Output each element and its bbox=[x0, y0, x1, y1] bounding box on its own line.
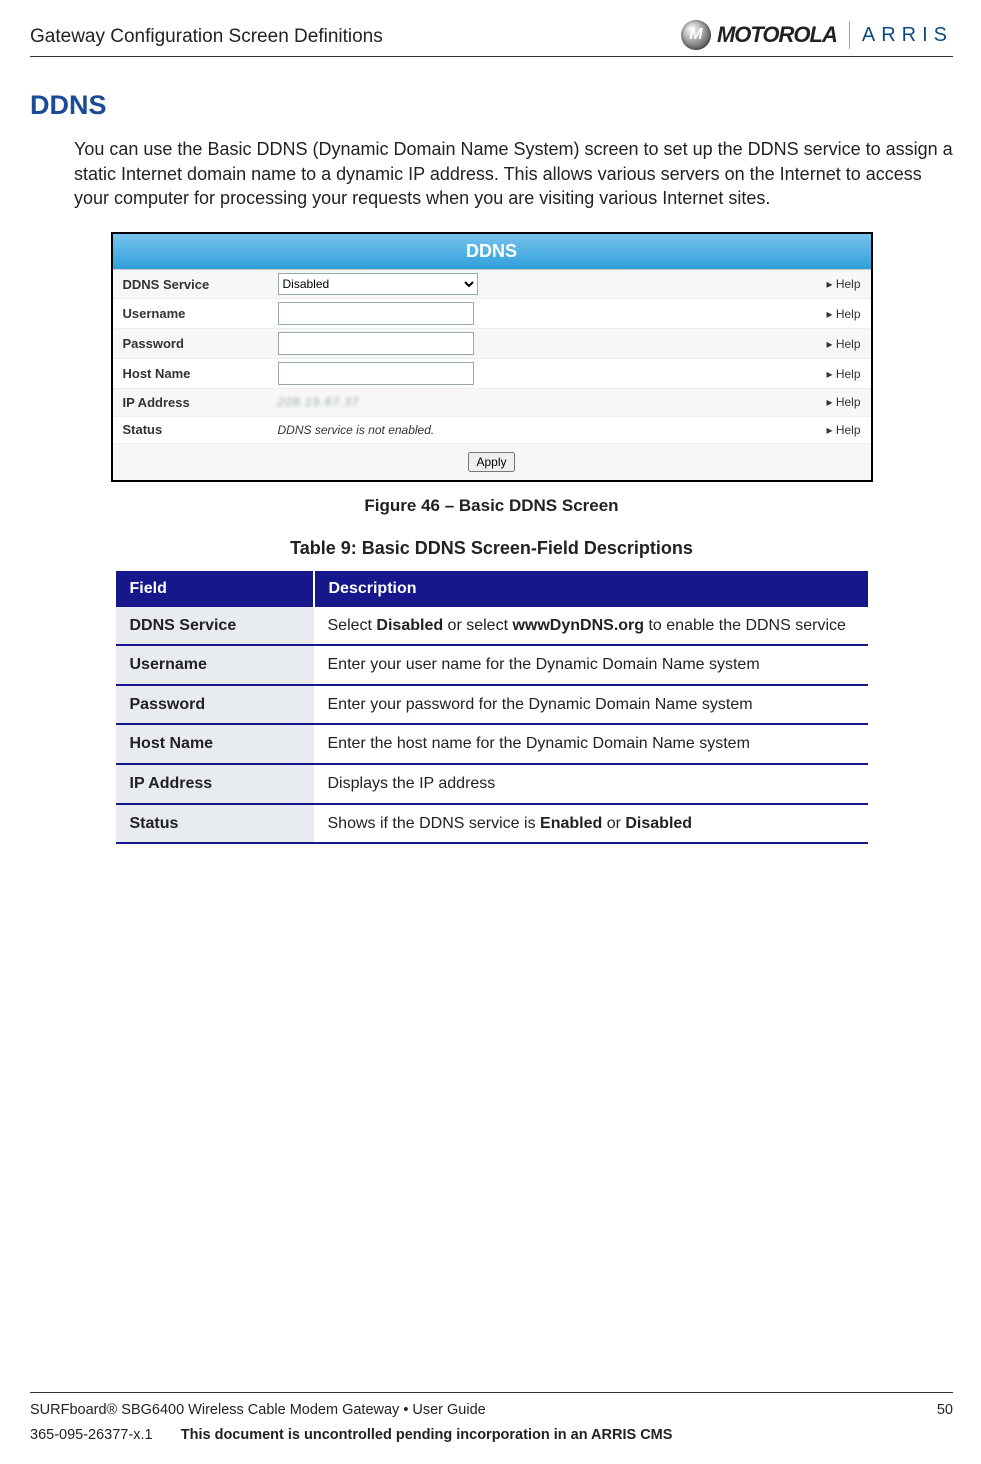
field-descriptions-table: Field Description DDNS Service Select Di… bbox=[116, 571, 868, 844]
username-input[interactable] bbox=[278, 302, 474, 325]
field-desc: Enter your password for the Dynamic Doma… bbox=[314, 685, 868, 725]
ip-address-value: 208.19.87.37 bbox=[278, 395, 360, 409]
ddns-row-hostname: Host Name Help bbox=[113, 359, 871, 389]
figure-caption: Figure 46 – Basic DDNS Screen bbox=[30, 496, 953, 516]
help-link[interactable]: Help bbox=[781, 367, 861, 381]
ddns-label-status: Status bbox=[123, 422, 278, 437]
field-desc: Select Disabled or select wwwDynDNS.org … bbox=[314, 607, 868, 646]
footer-notice-line: 365-095-26377-x.1 This document is uncon… bbox=[30, 1426, 953, 1446]
page-header-title: Gateway Configuration Screen Definitions bbox=[30, 24, 383, 50]
table-row: Status Shows if the DDNS service is Enab… bbox=[116, 804, 868, 844]
logo-divider bbox=[849, 21, 850, 49]
ddns-label-hostname: Host Name bbox=[123, 366, 278, 381]
ddns-label-password: Password bbox=[123, 336, 278, 351]
ddns-row-service: DDNS Service Disabled Help bbox=[113, 270, 871, 299]
status-value: DDNS service is not enabled. bbox=[278, 423, 435, 437]
ddns-label-username: Username bbox=[123, 306, 278, 321]
brand-logos: MOTOROLA ARRIS bbox=[681, 20, 953, 50]
ddns-panel-title: DDNS bbox=[113, 234, 871, 270]
hostname-input[interactable] bbox=[278, 362, 474, 385]
th-description: Description bbox=[314, 571, 868, 607]
ddns-row-ip: IP Address 208.19.87.37 Help bbox=[113, 389, 871, 416]
motorola-wordmark: MOTOROLA bbox=[717, 22, 837, 48]
field-name: Username bbox=[116, 645, 314, 685]
motorola-m-icon bbox=[681, 20, 711, 50]
password-input[interactable] bbox=[278, 332, 474, 355]
page-footer: SURFboard® SBG6400 Wireless Cable Modem … bbox=[30, 1392, 953, 1446]
ddns-row-status: Status DDNS service is not enabled. Help bbox=[113, 417, 871, 444]
field-desc: Enter the host name for the Dynamic Doma… bbox=[314, 724, 868, 764]
table-row: Username Enter your user name for the Dy… bbox=[116, 645, 868, 685]
ddns-label-ip: IP Address bbox=[123, 395, 278, 410]
arris-wordmark: ARRIS bbox=[862, 24, 953, 47]
footer-product-line: SURFboard® SBG6400 Wireless Cable Modem … bbox=[30, 1401, 486, 1421]
field-name: Password bbox=[116, 685, 314, 725]
th-field: Field bbox=[116, 571, 314, 607]
table-row: Password Enter your password for the Dyn… bbox=[116, 685, 868, 725]
field-name: Status bbox=[116, 804, 314, 844]
help-link[interactable]: Help bbox=[781, 277, 861, 291]
ddns-label-service: DDNS Service bbox=[123, 277, 278, 292]
field-name: IP Address bbox=[116, 764, 314, 804]
ddns-apply-row: Apply bbox=[113, 444, 871, 480]
help-link[interactable]: Help bbox=[781, 395, 861, 409]
table-row: Host Name Enter the host name for the Dy… bbox=[116, 724, 868, 764]
ddns-screenshot: DDNS DDNS Service Disabled Help Username… bbox=[111, 232, 873, 482]
field-name: DDNS Service bbox=[116, 607, 314, 646]
ddns-service-select[interactable]: Disabled bbox=[278, 273, 478, 295]
ddns-row-username: Username Help bbox=[113, 299, 871, 329]
page-header: Gateway Configuration Screen Definitions… bbox=[30, 20, 953, 57]
help-link[interactable]: Help bbox=[781, 423, 861, 437]
ddns-row-password: Password Help bbox=[113, 329, 871, 359]
table-row: IP Address Displays the IP address bbox=[116, 764, 868, 804]
help-link[interactable]: Help bbox=[781, 307, 861, 321]
apply-button[interactable]: Apply bbox=[468, 452, 514, 472]
help-link[interactable]: Help bbox=[781, 337, 861, 351]
table-row: DDNS Service Select Disabled or select w… bbox=[116, 607, 868, 646]
field-desc: Shows if the DDNS service is Enabled or … bbox=[314, 804, 868, 844]
intro-paragraph: You can use the Basic DDNS (Dynamic Doma… bbox=[74, 137, 953, 210]
table-caption: Table 9: Basic DDNS Screen-Field Descrip… bbox=[30, 538, 953, 559]
field-desc: Displays the IP address bbox=[314, 764, 868, 804]
section-title: DDNS bbox=[30, 87, 953, 123]
field-desc: Enter your user name for the Dynamic Dom… bbox=[314, 645, 868, 685]
page-number: 50 bbox=[937, 1401, 953, 1421]
field-name: Host Name bbox=[116, 724, 314, 764]
bullet-icon: • bbox=[403, 1402, 408, 1418]
